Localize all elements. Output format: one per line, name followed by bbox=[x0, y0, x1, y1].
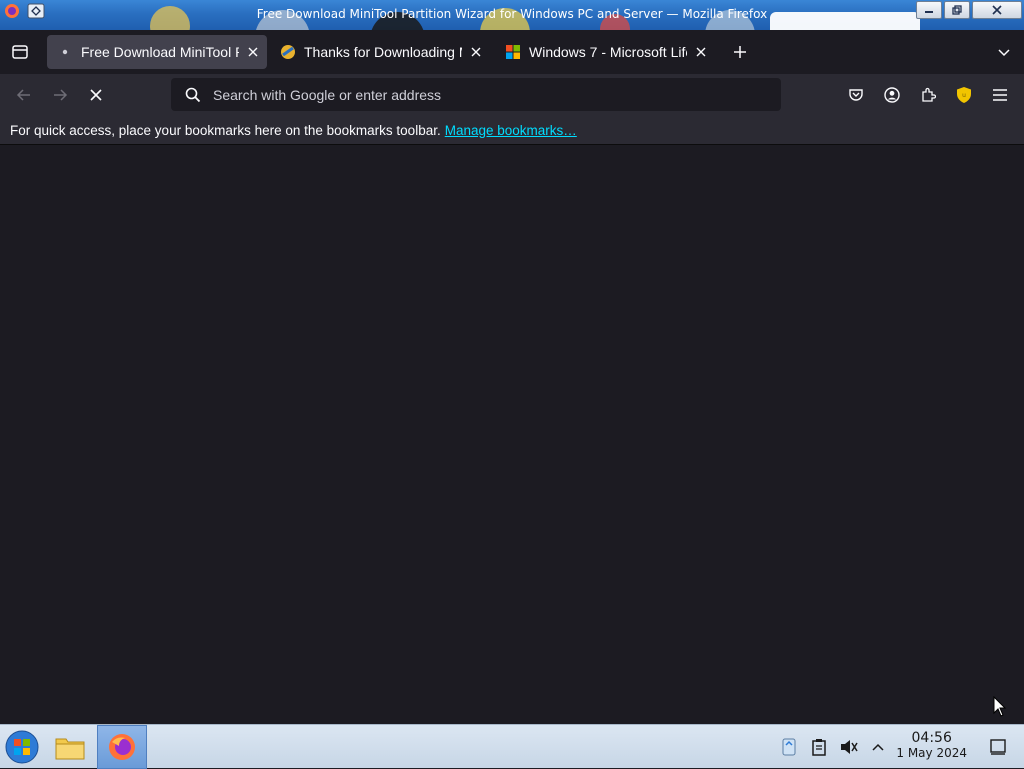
microsoft-logo-icon bbox=[505, 44, 521, 60]
tab-label: Thanks for Downloading MiniTool Partitio… bbox=[304, 44, 462, 60]
file-explorer-taskbar-icon[interactable] bbox=[48, 725, 92, 769]
show-hidden-icons-chevron-icon[interactable] bbox=[866, 725, 890, 769]
show-desktop-button[interactable] bbox=[986, 725, 1010, 769]
navigation-toolbar: u bbox=[0, 74, 1024, 116]
tab-free-download-minitool[interactable]: Free Download MiniTool Partition Wizard … bbox=[47, 35, 267, 69]
taskbar: 04:56 1 May 2024 bbox=[0, 724, 1024, 769]
tab-bar: Free Download MiniTool Partition Wizard … bbox=[0, 30, 1024, 74]
start-button[interactable] bbox=[2, 725, 42, 769]
bookmarks-empty-message: For quick access, place your bookmarks h… bbox=[10, 122, 441, 138]
extensions-button[interactable] bbox=[914, 81, 942, 109]
minimize-button[interactable] bbox=[916, 1, 942, 19]
tab-thanks-for-downloading[interactable]: Thanks for Downloading MiniTool Partitio… bbox=[270, 35, 490, 69]
account-button[interactable] bbox=[878, 81, 906, 109]
manage-bookmarks-link[interactable]: Manage bookmarks… bbox=[445, 123, 577, 138]
volume-muted-icon[interactable] bbox=[837, 725, 861, 769]
mouse-cursor-icon bbox=[993, 695, 1007, 722]
forward-button[interactable] bbox=[46, 81, 74, 109]
close-window-button[interactable] bbox=[972, 1, 1022, 19]
search-icon bbox=[185, 87, 201, 103]
window-title-bar[interactable]: Free Download MiniTool Partition Wizard … bbox=[0, 0, 1024, 30]
page-content-area[interactable] bbox=[0, 146, 1024, 724]
app-menu-button[interactable] bbox=[986, 81, 1014, 109]
list-all-tabs-button[interactable] bbox=[990, 38, 1018, 66]
system-clock[interactable]: 04:56 1 May 2024 bbox=[896, 730, 967, 761]
close-tab-icon[interactable] bbox=[691, 42, 711, 62]
minitool-favicon bbox=[280, 44, 296, 60]
tab-label: Free Download MiniTool Partition Wizard … bbox=[81, 44, 239, 60]
close-tab-icon[interactable] bbox=[243, 42, 263, 62]
restore-button[interactable] bbox=[944, 1, 970, 19]
address-input[interactable] bbox=[211, 85, 755, 104]
tab-label: Windows 7 - Microsoft Lifecycle bbox=[529, 44, 687, 60]
loading-dot-icon bbox=[57, 44, 73, 60]
clock-time: 04:56 bbox=[911, 730, 952, 746]
ublock-shield-icon[interactable]: u bbox=[950, 81, 978, 109]
tab-windows-7-lifecycle[interactable]: Windows 7 - Microsoft Lifecycle bbox=[495, 35, 715, 69]
address-bar[interactable] bbox=[171, 78, 781, 111]
close-tab-icon[interactable] bbox=[466, 42, 486, 62]
new-tab-button[interactable] bbox=[726, 38, 754, 66]
clock-date: 1 May 2024 bbox=[896, 746, 967, 760]
pocket-button[interactable] bbox=[842, 81, 870, 109]
stop-loading-button[interactable] bbox=[82, 81, 110, 109]
bookmarks-toolbar: For quick access, place your bookmarks h… bbox=[0, 116, 1024, 145]
window-title: Free Download MiniTool Partition Wizard … bbox=[256, 7, 768, 21]
svg-text:u: u bbox=[962, 92, 966, 99]
firefox-view-button[interactable] bbox=[6, 38, 34, 66]
back-button[interactable] bbox=[10, 81, 38, 109]
firefox-taskbar-button[interactable] bbox=[97, 725, 147, 769]
network-tray-icon[interactable] bbox=[777, 725, 801, 769]
clipboard-tray-icon[interactable] bbox=[807, 725, 831, 769]
